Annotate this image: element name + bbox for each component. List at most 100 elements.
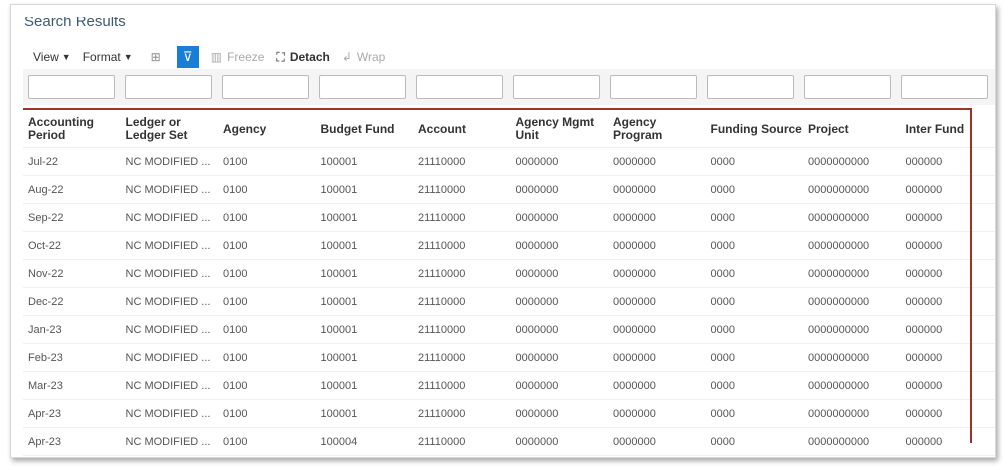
table-row[interactable]: Jul-22 NC MODIFIED ... 0100 100001 21110000 0… [23,147,995,176]
filter-input[interactable] [901,75,988,99]
table-row[interactable]: Feb-23 NC MODIFIED ... 0100 100001 21110000 0… [23,343,995,372]
table-cell: 0000000000 [803,259,901,288]
table-cell: 0000000 [608,399,706,428]
filter-input[interactable] [319,75,406,99]
table-cell: 21110000 [413,175,511,204]
filter-row [23,69,995,105]
table-cell: 100001 [315,147,413,176]
table-cell: 0100 [218,343,316,372]
table-cell: 0000 [705,175,803,204]
filter-input[interactable] [610,75,697,99]
filter-input[interactable] [28,75,115,99]
table-border-right [970,108,972,443]
table-cell: 0000000000 [803,427,901,456]
table-cell: Nov-22 [23,259,121,288]
column-header[interactable]: Inter Fund [900,111,995,148]
table-cell: 0000000 [510,175,608,204]
table-cell: 0000 [705,287,803,316]
table-row[interactable]: Jan-23 NC MODIFIED ... 0100 100001 21110000 0… [23,315,995,344]
table-cell: 0000000 [608,287,706,316]
table-cell: NC MODIFIED ... [120,399,218,428]
table-cell: 0000000 [608,147,706,176]
table-cell: 0000000 [510,259,608,288]
table-cell: 0000000 [608,427,706,456]
table-cell: 21110000 [413,427,511,456]
table-row[interactable]: Nov-22 NC MODIFIED ... 0100 100001 21110000 0… [23,259,995,288]
filter-input[interactable] [707,75,794,99]
table-cell: Aug-22 [23,175,121,204]
column-header[interactable]: Ledger or Ledger Set [120,111,218,148]
filter-input[interactable] [222,75,309,99]
table-row[interactable]: Apr-23 NC MODIFIED ... 0100 100001 21110000 0… [23,399,995,428]
column-header[interactable]: Account [413,111,511,148]
table-cell: 0000 [705,147,803,176]
table-cell: Mar-23 [23,371,121,400]
freeze-button[interactable]: ▥ Freeze [211,50,265,64]
table-row[interactable]: Dec-22 NC MODIFIED ... 0100 100001 21110000 0… [23,287,995,316]
table-row[interactable]: Apr-23 NC MODIFIED ... 0100 100004 21110000 0… [23,427,995,456]
column-header[interactable]: Budget Fund [315,111,413,148]
table-cell: 0000 [705,259,803,288]
table-cell: 0000 [705,343,803,372]
filter-input[interactable] [804,75,891,99]
search-results-panel: Search Results View ▼ Format ▼ ⊞ ⊽ ▥ Freeze… [10,4,996,458]
table-cell: 0100 [218,287,316,316]
table-cell: 000000 [900,203,995,232]
columns-icon[interactable]: ⊞ [151,50,161,64]
table-cell: 0000000 [608,343,706,372]
table-cell: 100001 [315,175,413,204]
query-by-example-button[interactable]: ⊽ [176,46,199,68]
table-cell: 0100 [218,259,316,288]
freeze-icon: ▥ [210,50,223,64]
column-header[interactable]: Funding Source [705,111,803,148]
table-cell: 0000000000 [803,371,901,400]
table-cell: 100001 [315,399,413,428]
header-row: Accounting Period Ledger or Ledger Set Age… [23,111,995,148]
caret-down-icon: ▼ [123,52,133,62]
wrap-label: Wrap [356,50,386,64]
table-cell: Jul-22 [23,147,121,176]
table-cell: 0000 [705,315,803,344]
table-cell: 21110000 [413,399,511,428]
table-cell: 0000000000 [803,343,901,372]
format-menu[interactable]: Format ▼ [83,50,133,64]
table-cell: 0000000 [608,231,706,260]
view-menu[interactable]: View ▼ [33,50,71,64]
filter-input[interactable] [513,75,600,99]
detach-icon: ⛶ [276,49,285,64]
column-header[interactable]: Agency Mgmt Unit [510,111,608,148]
table-cell: 0000000 [510,231,608,260]
table-cell: Sep-22 [23,203,121,232]
table-cell: 0000000 [510,399,608,428]
table-cell: 21110000 [413,259,511,288]
table-cell: 0000000 [510,427,608,456]
table-cell: NC MODIFIED ... [120,175,218,204]
table-cell: 0000 [705,427,803,456]
table-row[interactable]: Oct-22 NC MODIFIED ... 0100 100001 21110000 0… [23,231,995,260]
table-cell: 21110000 [413,343,511,372]
filter-input[interactable] [125,75,212,99]
table-cell: Apr-23 [23,399,121,428]
table-cell: 0000000 [608,175,706,204]
column-header[interactable]: Project [803,111,901,148]
column-header[interactable]: Agency [218,111,316,148]
table-row[interactable]: Mar-23 NC MODIFIED ... 0100 100001 21110000 0… [23,371,995,400]
column-header[interactable]: Accounting Period [23,111,121,148]
column-header[interactable]: Agency Program [608,111,706,148]
table-cell: 100001 [315,231,413,260]
table-cell: NC MODIFIED ... [120,231,218,260]
table-row[interactable]: Aug-22 NC MODIFIED ... 0100 100001 21110000 0… [23,175,995,204]
table-cell: Dec-22 [23,287,121,316]
wrap-button[interactable]: ↲ Wrap [342,50,386,64]
table-cell: 100001 [315,287,413,316]
table-cell: 000000 [900,427,995,456]
table-row[interactable]: Sep-22 NC MODIFIED ... 0100 100001 21110000 0… [23,203,995,232]
table-cell: 21110000 [413,231,511,260]
table-cell: 0000 [705,371,803,400]
table-cell: 0000000000 [803,203,901,232]
filter-input[interactable] [416,75,503,99]
detach-button[interactable]: ⛶ Detach [276,50,329,65]
table-cell: 100001 [315,315,413,344]
table-border-top [23,108,972,110]
table-cell: Jan-23 [23,315,121,344]
